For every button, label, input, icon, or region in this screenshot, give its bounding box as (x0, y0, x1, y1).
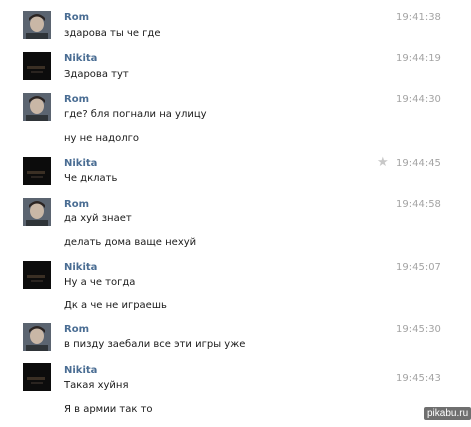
nikita-avatar[interactable] (23, 261, 51, 289)
message-text: Ну а че тогда (64, 277, 136, 288)
message-author[interactable]: Rom (64, 199, 89, 210)
watermark: pikabu.ru (424, 407, 471, 420)
message-text: делать дома ваще нехуй (64, 237, 197, 248)
message-time: 19:45:43 (396, 373, 441, 384)
message-author[interactable]: Rom (64, 324, 89, 335)
star-icon[interactable]: ★ (377, 156, 389, 169)
message-text: Я в армии так то (64, 404, 153, 415)
message-time: 19:44:19 (396, 53, 441, 64)
message-author[interactable]: Nikita (64, 53, 97, 64)
message-text: в пизду заебали все эти игры уже (64, 339, 246, 350)
message-text: ну не надолго (64, 133, 139, 144)
message-time: 19:44:45 (396, 158, 441, 169)
rom-avatar[interactable] (23, 93, 51, 121)
rom-avatar[interactable] (23, 11, 51, 39)
message-time: 19:45:30 (396, 324, 441, 335)
message-text: Че дклать (64, 173, 118, 184)
message-author[interactable]: Rom (64, 94, 89, 105)
message-text: да хуй знает (64, 213, 132, 224)
rom-avatar[interactable] (23, 198, 51, 226)
message-text: где? бля погнали на улицу (64, 109, 207, 120)
message-author[interactable]: Rom (64, 12, 89, 23)
message-time: 19:44:58 (396, 199, 441, 210)
message-text: Такая хуйня (64, 380, 129, 391)
message-author[interactable]: Nikita (64, 262, 97, 273)
message-time: 19:45:07 (396, 262, 441, 273)
message-time: 19:41:38 (396, 12, 441, 23)
nikita-avatar[interactable] (23, 157, 51, 185)
nikita-avatar[interactable] (23, 52, 51, 80)
message-author[interactable]: Nikita (64, 158, 97, 169)
message-text: Дк а че не играешь (64, 300, 167, 311)
message-text: здарова ты че где (64, 28, 161, 39)
rom-avatar[interactable] (23, 323, 51, 351)
message-author[interactable]: Nikita (64, 365, 97, 376)
message-time: 19:44:30 (396, 94, 441, 105)
message-text: Здарова тут (64, 69, 129, 80)
nikita-avatar[interactable] (23, 363, 51, 391)
